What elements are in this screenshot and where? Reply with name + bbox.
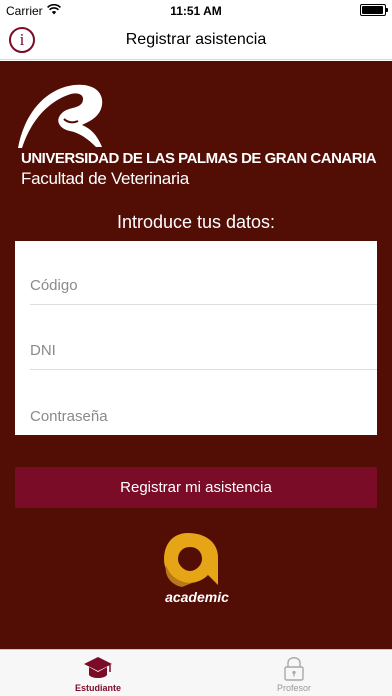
university-name: UNIVERSIDAD DE LAS PALMAS DE GRAN CANARI… xyxy=(21,150,377,167)
academic-logo-text: academic xyxy=(165,589,229,605)
battery-icon xyxy=(360,4,388,16)
nav-bar: i Registrar asistencia xyxy=(0,22,392,60)
status-right xyxy=(360,4,388,16)
codigo-input[interactable] xyxy=(30,277,350,294)
tab-estudiante[interactable]: Estudiante xyxy=(0,650,196,696)
tab-estudiante-label: Estudiante xyxy=(74,683,121,693)
login-form xyxy=(15,241,377,435)
main-panel: UNIVERSIDAD DE LAS PALMAS DE GRAN CANARI… xyxy=(0,61,392,649)
dni-field-row xyxy=(30,306,377,370)
academic-logo-icon xyxy=(164,533,218,587)
form-prompt: Introduce tus datos: xyxy=(116,212,276,232)
tab-bar: Estudiante Profesor xyxy=(0,649,392,696)
codigo-field-row xyxy=(30,241,377,305)
password-field-row xyxy=(30,371,377,435)
padlock-icon xyxy=(284,657,304,681)
dni-input[interactable] xyxy=(30,342,350,359)
faculty-name: Facultad de Veterinaria xyxy=(21,169,189,188)
tab-profesor[interactable]: Profesor xyxy=(196,650,392,696)
university-logo-icon xyxy=(18,84,103,148)
graduation-cap-icon xyxy=(84,657,112,678)
status-time: 11:51 AM xyxy=(170,4,222,18)
tab-profesor-label: Profesor xyxy=(276,683,311,693)
status-bar: Carrier 11:51 AM xyxy=(0,0,392,22)
page-title: Registrar asistencia xyxy=(125,31,267,48)
register-attendance-button[interactable]: Registrar mi asistencia xyxy=(15,467,377,508)
password-input[interactable] xyxy=(30,408,350,425)
